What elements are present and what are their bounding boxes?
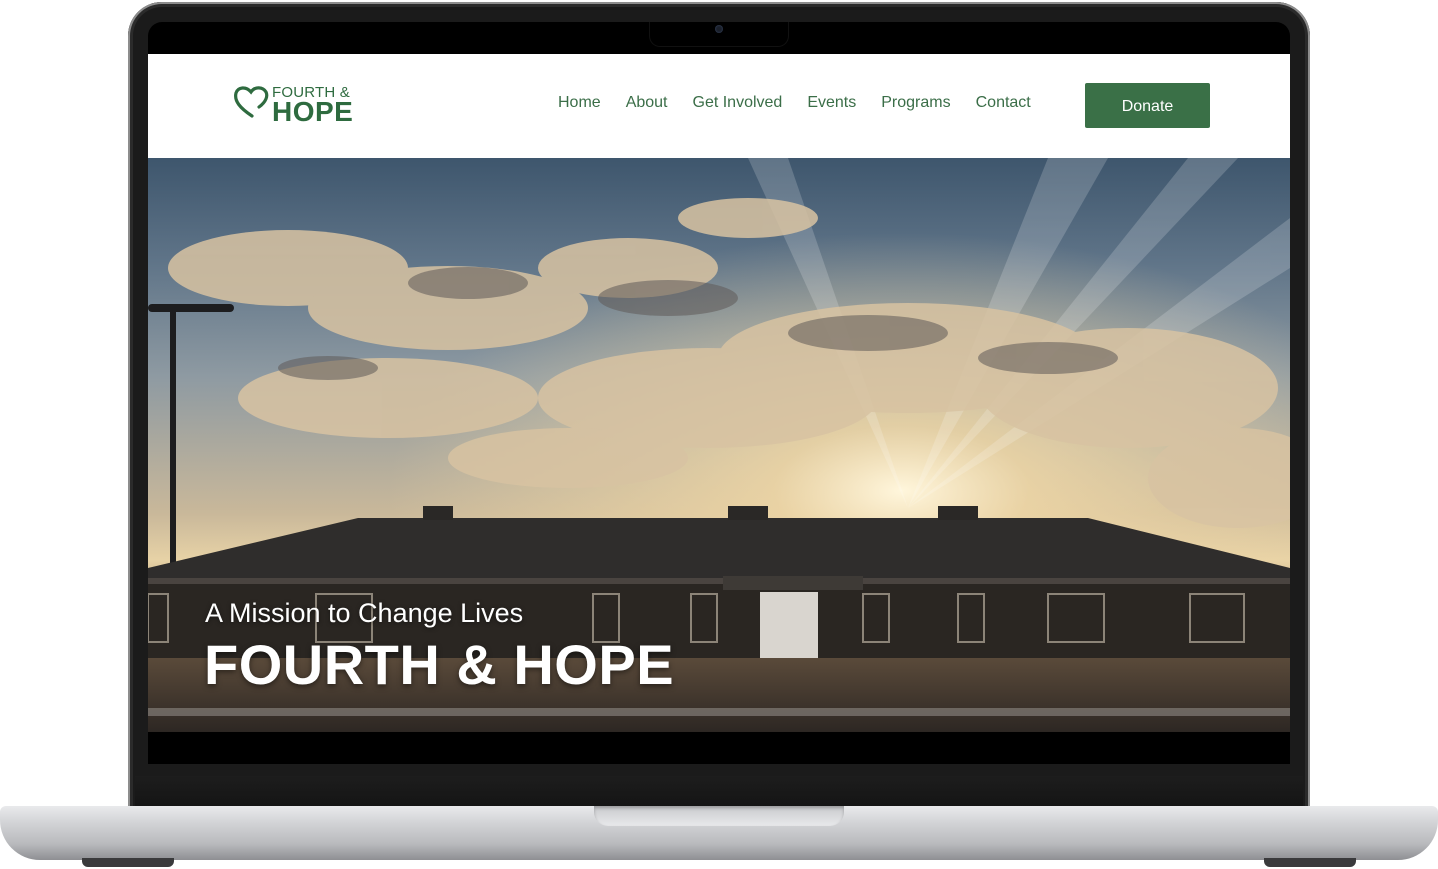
camera-notch [650, 22, 788, 46]
nav-programs[interactable]: Programs [881, 94, 950, 112]
laptop-foot-left [82, 858, 174, 867]
logo-text-bottom: HOPE [272, 96, 354, 127]
site-header: FOURTH & HOPE Home About Get Involved Ev… [148, 54, 1290, 158]
heart-logo-icon [234, 86, 269, 118]
hero-title: FOURTH & HOPE [204, 633, 675, 696]
nav-home[interactable]: Home [558, 94, 601, 112]
laptop-foot-right [1264, 858, 1356, 867]
laptop-opening-notch [594, 806, 844, 826]
nav-contact[interactable]: Contact [976, 94, 1031, 112]
nav-about[interactable]: About [626, 94, 668, 112]
main-nav: Home About Get Involved Events Programs … [558, 94, 1056, 112]
laptop-chin [135, 776, 1303, 808]
website: FOURTH & HOPE Home About Get Involved Ev… [148, 54, 1290, 732]
hero-subtitle: A Mission to Change Lives [205, 598, 524, 628]
nav-get-involved[interactable]: Get Involved [693, 94, 783, 112]
laptop-screen: FOURTH & HOPE Home About Get Involved Ev… [148, 22, 1290, 764]
nav-events[interactable]: Events [807, 94, 856, 112]
donate-button[interactable]: Donate [1085, 83, 1210, 128]
hero-section: A Mission to Change Lives FOURTH & HOPE [148, 158, 1290, 732]
camera-icon [715, 25, 723, 33]
site-logo[interactable]: FOURTH & HOPE [232, 82, 362, 127]
